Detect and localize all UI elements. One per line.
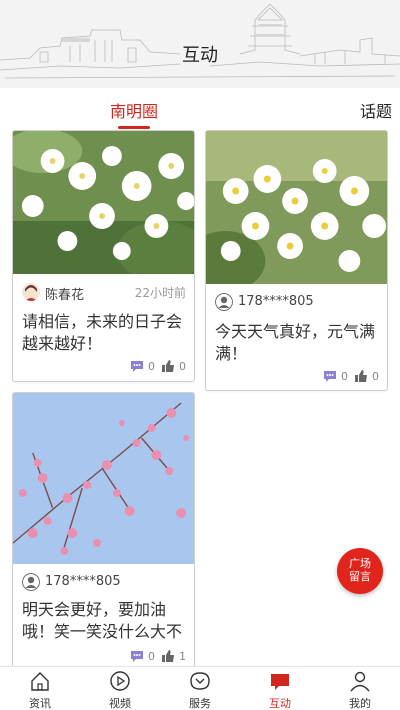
post-text: 今天天气真好，元气满满！ (215, 322, 376, 363)
comment-stat[interactable]: 0 (323, 370, 348, 383)
fab-label: 广场留言 (349, 557, 371, 583)
nav-label: 视频 (109, 697, 131, 710)
post-username: 陈春花 (45, 288, 85, 303)
app-header: 互动 (0, 0, 400, 88)
nav-label: 我的 (349, 697, 371, 710)
home-icon (31, 672, 49, 691)
nav-item-mine[interactable]: 我的 (320, 667, 400, 710)
post-image-pink-blossom[interactable] (13, 393, 194, 564)
like-stat[interactable]: 0 (354, 369, 379, 383)
post-stats: 0 0 (323, 367, 379, 385)
like-count: 0 (372, 369, 379, 383)
post-meta: 陈春花 22小时前 (13, 281, 194, 305)
avatar[interactable] (215, 293, 233, 311)
comment-icon (131, 650, 143, 662)
post-username: 178****805 (45, 574, 121, 589)
avatar[interactable] (22, 283, 40, 301)
post-card[interactable]: 178****805 今天天气真好，元气满满！ 0 0 (205, 130, 388, 391)
service-icon (190, 672, 210, 690)
like-count: 0 (179, 359, 186, 373)
tab-bar: 南明圈 话题 (0, 88, 400, 130)
post-text: 明天会更好，要加油哦！笑一笑没什么大不 (22, 600, 183, 641)
tab-topics[interactable]: 话题 (360, 98, 392, 122)
post-stats: 0 1 (130, 647, 186, 665)
play-icon (110, 671, 130, 691)
post-meta: 178****805 (206, 291, 387, 315)
nav-label: 服务 (189, 697, 211, 710)
chat-icon (271, 674, 289, 690)
thumbs-up-icon (162, 360, 174, 372)
post-card[interactable]: 178****805 明天会更好，要加油哦！笑一笑没什么大不 0 1 (12, 392, 195, 672)
tab-nanming-circle[interactable]: 南明圈 (110, 98, 158, 122)
nav-label: 互动 (269, 697, 291, 710)
comment-stat[interactable]: 0 (130, 360, 155, 373)
post-card[interactable]: 陈春花 22小时前 请相信，未来的日子会越来越好！ 0 0 (12, 130, 195, 382)
comment-icon (324, 370, 336, 382)
post-stats: 0 0 (130, 357, 186, 375)
post-time: 22小时前 (134, 286, 186, 300)
nav-item-video[interactable]: 视频 (80, 667, 160, 710)
nav-item-service[interactable]: 服务 (160, 667, 240, 710)
like-stat[interactable]: 1 (161, 649, 186, 663)
avatar[interactable] (22, 573, 40, 591)
post-username: 178****805 (238, 294, 314, 309)
like-stat[interactable]: 0 (161, 359, 186, 373)
thumbs-up-icon (355, 370, 367, 382)
post-image-jasmine[interactable] (13, 131, 194, 274)
like-count: 1 (179, 649, 186, 663)
nav-label: 资讯 (29, 697, 51, 710)
comment-icon (131, 360, 143, 372)
comment-count: 0 (341, 369, 348, 383)
thumbs-up-icon (162, 650, 174, 662)
post-image-white-blossom[interactable] (206, 131, 387, 284)
nav-item-news[interactable]: 资讯 (0, 667, 80, 710)
comment-count: 0 (148, 359, 155, 373)
post-text: 请相信，未来的日子会越来越好！ (22, 312, 183, 353)
comment-stat[interactable]: 0 (130, 650, 155, 663)
active-tab-indicator (118, 126, 150, 129)
square-message-button[interactable]: 广场留言 (337, 548, 383, 594)
page-title: 互动 (182, 45, 218, 66)
post-meta: 178****805 (13, 571, 194, 595)
comment-count: 0 (148, 649, 155, 663)
nav-item-interact[interactable]: 互动 (240, 667, 320, 710)
person-icon (350, 671, 370, 692)
bottom-nav: 资讯 视频 服务 互动 我的 (0, 666, 400, 710)
